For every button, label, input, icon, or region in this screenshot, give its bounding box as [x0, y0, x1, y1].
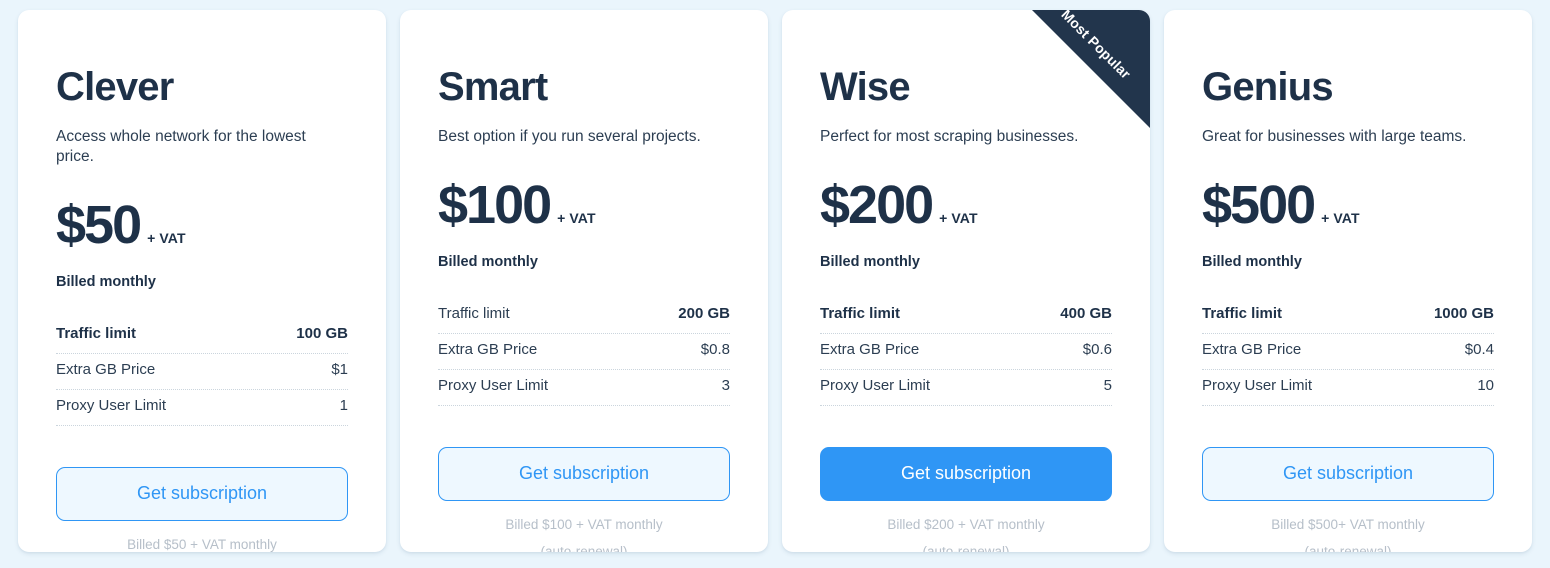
- feature-row: Proxy User Limit 10: [1202, 370, 1494, 407]
- plan-price-row: $100 + VAT: [438, 178, 730, 232]
- feature-value: 100 GB: [296, 325, 348, 343]
- feature-row: Extra GB Price $0.8: [438, 334, 730, 371]
- plan-renewal-note: (auto-renewal): [922, 544, 1010, 552]
- pricing-plans-grid: Clever Access whole network for the lowe…: [0, 0, 1550, 568]
- feature-label: Proxy User Limit: [56, 397, 167, 415]
- plan-cta-area: Get subscription Billed $200 + VAT month…: [820, 447, 1112, 552]
- feature-row: Traffic limit 200 GB: [438, 298, 730, 335]
- feature-label: Extra GB Price: [56, 361, 156, 379]
- feature-row: Proxy User Limit 5: [820, 370, 1112, 407]
- feature-value: 400 GB: [1060, 305, 1112, 323]
- plan-features-table: Traffic limit 400 GB Extra GB Price $0.6 Pro…: [820, 298, 1112, 407]
- feature-row: Extra GB Price $1: [56, 354, 348, 391]
- plan-price-amount: $100: [438, 175, 552, 236]
- feature-row: Traffic limit 1000 GB: [1202, 298, 1494, 335]
- plan-name: Wise: [820, 65, 911, 109]
- get-subscription-button[interactable]: Get subscription: [1202, 447, 1494, 502]
- plan-tagline: Perfect for most scraping businesses.: [820, 128, 1079, 145]
- feature-row: Traffic limit 400 GB: [820, 298, 1112, 335]
- feature-label: Traffic limit: [1202, 305, 1283, 323]
- plan-price-vat-suffix: + VAT: [939, 210, 978, 227]
- plan-price-vat-suffix: + VAT: [557, 210, 596, 227]
- feature-row: Traffic limit 100 GB: [56, 318, 348, 355]
- feature-value: 5: [1103, 377, 1112, 395]
- feature-value: 10: [1477, 377, 1494, 395]
- get-subscription-button[interactable]: Get subscription: [56, 467, 348, 522]
- feature-value: $0.4: [1464, 341, 1494, 359]
- plan-billing-period: Billed monthly: [820, 254, 920, 271]
- plan-renewal-note: (auto-renewal): [540, 544, 628, 552]
- feature-label: Traffic limit: [56, 325, 137, 343]
- feature-row: Proxy User Limit 1: [56, 390, 348, 427]
- plan-cta-area: Get subscription Billed $500+ VAT monthl…: [1202, 447, 1494, 552]
- feature-label: Extra GB Price: [438, 341, 538, 359]
- plan-price-row: $500 + VAT: [1202, 178, 1494, 232]
- feature-row: Extra GB Price $0.6: [820, 334, 1112, 371]
- plan-cta-area: Get subscription Billed $50 + VAT monthl…: [56, 467, 348, 552]
- plan-features-table: Traffic limit 200 GB Extra GB Price $0.8 Pro…: [438, 298, 730, 407]
- feature-value: $0.6: [1082, 341, 1112, 359]
- feature-value: 200 GB: [678, 305, 730, 323]
- plan-tagline: Best option if you run several projects.: [438, 128, 701, 145]
- plan-billed-note: Billed $200 + VAT monthly: [887, 517, 1045, 533]
- plan-tagline: Great for businesses with large teams.: [1202, 128, 1467, 145]
- feature-value: $1: [331, 361, 348, 379]
- plan-price-row: $50 + VAT: [56, 198, 348, 252]
- get-subscription-button[interactable]: Get subscription: [438, 447, 730, 502]
- feature-value: 1: [339, 397, 348, 415]
- plan-card-smart: Smart Best option if you run several pro…: [400, 10, 768, 552]
- plan-name: Smart: [438, 65, 548, 109]
- feature-label: Proxy User Limit: [1202, 377, 1313, 395]
- feature-label: Extra GB Price: [1202, 341, 1302, 359]
- plan-card-wise: Most Popular Wise Perfect for most scrap…: [782, 10, 1150, 552]
- plan-price-row: $200 + VAT: [820, 178, 1112, 232]
- plan-tagline: Access whole network for the lowest pric…: [56, 128, 306, 166]
- feature-label: Proxy User Limit: [820, 377, 931, 395]
- get-subscription-button[interactable]: Get subscription: [820, 447, 1112, 502]
- feature-value: 1000 GB: [1433, 305, 1494, 323]
- plan-price-vat-suffix: + VAT: [1321, 210, 1360, 227]
- feature-label: Proxy User Limit: [438, 377, 549, 395]
- plan-name: Genius: [1202, 65, 1334, 109]
- plan-name: Clever: [56, 65, 174, 109]
- feature-value: $0.8: [700, 341, 730, 359]
- feature-label: Extra GB Price: [820, 341, 920, 359]
- plan-features-table: Traffic limit 1000 GB Extra GB Price $0.4 Pr…: [1202, 298, 1494, 407]
- plan-billing-period: Billed monthly: [1202, 254, 1302, 271]
- plan-price-amount: $500: [1202, 175, 1316, 236]
- plan-cta-area: Get subscription Billed $100 + VAT month…: [438, 447, 730, 552]
- plan-card-clever: Clever Access whole network for the lowe…: [18, 10, 386, 552]
- plan-billed-note: Billed $500+ VAT monthly: [1271, 517, 1425, 533]
- plan-price-vat-suffix: + VAT: [147, 230, 186, 247]
- plan-renewal-note: (auto-renewal): [1304, 544, 1392, 552]
- plan-billing-period: Billed monthly: [438, 254, 538, 271]
- plan-features-table: Traffic limit 100 GB Extra GB Price $1 Proxy…: [56, 318, 348, 427]
- feature-label: Traffic limit: [438, 305, 510, 323]
- plan-card-genius: Genius Great for businesses with large t…: [1164, 10, 1532, 552]
- feature-row: Proxy User Limit 3: [438, 370, 730, 407]
- plan-billed-note: Billed $50 + VAT monthly: [127, 537, 277, 552]
- feature-value: 3: [721, 377, 730, 395]
- feature-row: Extra GB Price $0.4: [1202, 334, 1494, 371]
- plan-billing-period: Billed monthly: [56, 274, 156, 291]
- plan-price-amount: $200: [820, 175, 934, 236]
- feature-label: Traffic limit: [820, 305, 901, 323]
- plan-price-amount: $50: [56, 195, 142, 256]
- plan-billed-note: Billed $100 + VAT monthly: [505, 517, 663, 533]
